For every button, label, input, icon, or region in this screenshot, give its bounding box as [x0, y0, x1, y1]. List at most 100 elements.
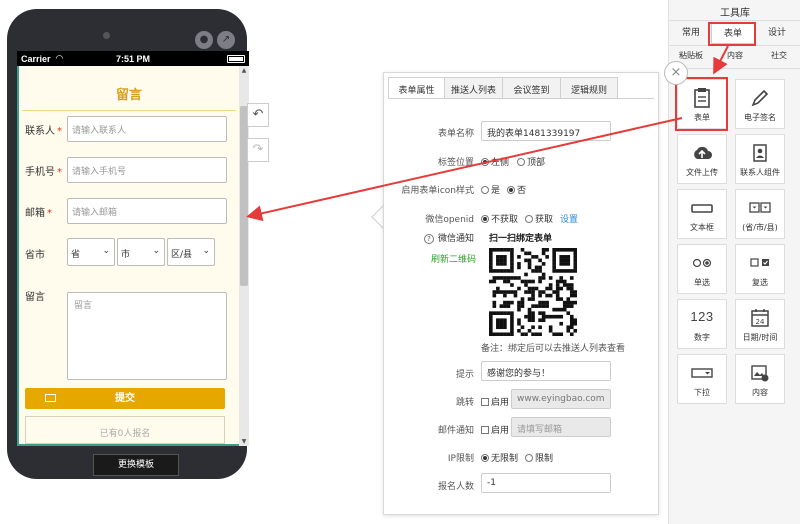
- signup-limit-input[interactable]: -1: [481, 473, 611, 493]
- dropdown-icon: [691, 368, 713, 378]
- pen-icon: [751, 89, 769, 107]
- redirect-url-input[interactable]: www.eyingbao.com: [511, 389, 611, 409]
- qr-note: 备注：绑定后可以去推送人列表查看: [481, 344, 626, 354]
- mail-notify-label: 邮件通知: [437, 426, 474, 436]
- close-icon[interactable]: ×: [664, 61, 688, 85]
- contact-input[interactable]: 请输入联系人: [67, 116, 227, 142]
- chevron-down-icon: ⌄: [152, 246, 160, 256]
- radio-selected-icon: [481, 454, 489, 462]
- toolbox-title: 工具库: [720, 8, 750, 19]
- radio-icon: [692, 258, 712, 268]
- redo-button[interactable]: ↷: [247, 138, 269, 162]
- form-title[interactable]: 留言: [19, 84, 239, 103]
- radio-selected-icon: [481, 215, 489, 223]
- radio-icon: [481, 186, 489, 194]
- mail-input[interactable]: 请填写邮箱: [511, 417, 611, 437]
- subtab-content[interactable]: 内容: [713, 50, 757, 61]
- widget-checkbox[interactable]: 复选: [735, 244, 785, 294]
- form-name-label: 表单名称: [437, 129, 474, 139]
- openid-skip-radio[interactable]: 不获取: [481, 212, 518, 225]
- message-label: 留言: [25, 292, 45, 303]
- wechat-icon[interactable]: ●: [195, 31, 213, 49]
- radio-selected-icon: [507, 186, 515, 194]
- widget-contact[interactable]: 联系人组件: [735, 134, 785, 184]
- enable-icon-yes-radio[interactable]: 是: [481, 183, 500, 196]
- radio-selected-icon: [481, 158, 489, 166]
- openid-get-radio[interactable]: 获取: [525, 212, 553, 225]
- tab-divider: [388, 98, 654, 99]
- undo-button[interactable]: ↶: [247, 103, 269, 127]
- region-label: 省市: [25, 250, 45, 261]
- signup-limit-label: 报名人数: [437, 482, 474, 492]
- prompt-label: 提示: [455, 370, 474, 380]
- wechat-openid-label: 微信openid: [425, 215, 474, 225]
- scroll-thumb[interactable]: [240, 106, 248, 286]
- submit-button[interactable]: 提交: [25, 388, 225, 409]
- ip-limited-radio[interactable]: 限制: [525, 451, 553, 464]
- enable-icon-no-radio[interactable]: 否: [507, 183, 526, 196]
- widget-number[interactable]: 123 数字: [677, 299, 727, 349]
- ip-unlimited-radio[interactable]: 无限制: [481, 451, 518, 464]
- widget-radio[interactable]: 单选: [677, 244, 727, 294]
- widget-file-upload[interactable]: 文件上传: [677, 134, 727, 184]
- checkbox-icon: [481, 426, 489, 434]
- district-select[interactable]: 区/县 ⌄: [167, 238, 215, 266]
- widget-region-select[interactable]: (省/市/县): [735, 189, 785, 239]
- undo-icon: ↶: [252, 107, 264, 122]
- mobile-input[interactable]: 请输入手机号: [67, 157, 227, 183]
- cloud-upload-icon: [694, 146, 712, 159]
- widget-content[interactable]: 内容: [735, 354, 785, 404]
- widget-dropdown[interactable]: 下拉: [677, 354, 727, 404]
- contact-card-icon: [753, 144, 767, 162]
- toolbox-divider: [669, 68, 800, 69]
- refresh-qr-link[interactable]: 刷新二维码: [431, 252, 476, 265]
- scroll-down-icon[interactable]: ▼: [239, 438, 249, 445]
- tab-logic-rules[interactable]: 逻辑规则: [560, 77, 618, 99]
- form-properties-panel: 表单属性 推送人列表 会议签到 逻辑规则 表单名称 我的表单1481339197…: [383, 72, 659, 515]
- phone-screen: Carrier ◠ 7:51 PM 留言 联系人 * 请输入联系人 手机号 * 请输…: [17, 51, 249, 446]
- tab-push-recipients[interactable]: 推送人列表: [444, 77, 502, 99]
- qr-code-image: [489, 248, 577, 336]
- widget-e-signature[interactable]: 电子签名: [735, 79, 785, 129]
- help-icon[interactable]: ?: [424, 234, 434, 244]
- redirect-enable-checkbox[interactable]: 启用: [481, 395, 509, 408]
- checkbox-icon: [481, 398, 489, 406]
- status-time: 7:51 PM: [115, 53, 150, 64]
- scroll-up-icon[interactable]: ▲: [239, 67, 249, 74]
- openid-settings-link[interactable]: 设置: [560, 212, 578, 225]
- textbox-icon: [691, 204, 713, 213]
- wechat-notify-label: ? 微信通知: [424, 231, 474, 244]
- tab-meeting-checkin[interactable]: 会议签到: [502, 77, 560, 99]
- mail-enable-checkbox[interactable]: 启用: [481, 423, 509, 436]
- widget-textbox[interactable]: 文本框: [677, 189, 727, 239]
- prompt-input[interactable]: 感谢您的参与！: [481, 361, 611, 381]
- swap-template-button[interactable]: 更换模板: [93, 454, 179, 476]
- form-tab-highlight: [708, 22, 756, 46]
- panel-tabs: 表单属性 推送人列表 会议签到 逻辑规则: [388, 77, 618, 99]
- message-textarea[interactable]: 留言: [67, 292, 227, 380]
- phone-camera: [103, 32, 110, 39]
- calendar-icon: 24: [751, 309, 769, 327]
- email-label: 邮箱 *: [25, 208, 52, 219]
- toolbox-divider: [669, 20, 800, 21]
- phone-frame: ● ↗ Carrier ◠ 7:51 PM 留言 联系人 * 请输入联系人 手机号…: [7, 9, 249, 479]
- enable-icon-label: 启用表单icon样式: [401, 186, 474, 196]
- label-position-label: 标签位置: [437, 158, 474, 168]
- email-input[interactable]: 请输入邮箱: [67, 198, 227, 224]
- label-position-top-radio[interactable]: 顶部: [517, 155, 545, 168]
- tab-form-properties[interactable]: 表单属性: [388, 77, 444, 99]
- subtab-social[interactable]: 社交: [757, 50, 800, 61]
- status-bar: Carrier ◠ 7:51 PM: [17, 51, 249, 66]
- label-position-left-radio[interactable]: 左侧: [481, 155, 509, 168]
- subtab-clipboard[interactable]: 粘贴板: [669, 50, 713, 61]
- tab-common[interactable]: 常用: [671, 22, 711, 44]
- checkbox-icon: [750, 258, 769, 267]
- chart-icon[interactable]: ↗: [217, 31, 235, 49]
- widget-datetime[interactable]: 24 日期/时间: [735, 299, 785, 349]
- briefcase-icon: [45, 394, 56, 402]
- contact-label: 联系人 *: [25, 126, 62, 137]
- province-select[interactable]: 省 ⌄: [67, 238, 115, 266]
- form-name-input[interactable]: 我的表单1481339197: [481, 121, 611, 141]
- city-select[interactable]: 市 ⌄: [117, 238, 165, 266]
- tab-design[interactable]: 设计: [757, 22, 797, 44]
